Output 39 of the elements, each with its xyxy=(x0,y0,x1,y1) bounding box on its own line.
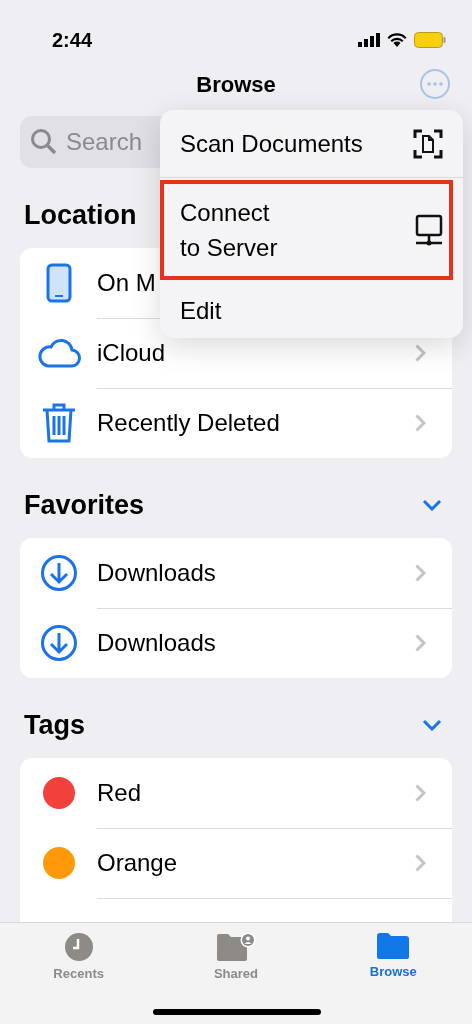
chevron-right-icon xyxy=(415,414,426,432)
battery-icon xyxy=(414,32,446,48)
list-item[interactable]: iCloud xyxy=(97,338,166,367)
signal-icon xyxy=(358,33,380,47)
phone-icon xyxy=(46,263,72,303)
menu-item[interactable]: Edit xyxy=(160,282,463,338)
chevron-right-icon xyxy=(415,853,426,872)
section-title: Location xyxy=(24,199,137,231)
cloud-icon xyxy=(36,337,82,369)
search-icon xyxy=(30,128,58,156)
list-item[interactable]: Red xyxy=(97,778,142,807)
tab[interactable]: Browse xyxy=(333,931,454,987)
chevron-right-icon xyxy=(415,343,426,362)
list-item[interactable]: Downloads xyxy=(97,629,216,657)
monitor-network-icon xyxy=(415,213,443,246)
nav-title: Browse xyxy=(196,72,276,98)
ellipsis-icon xyxy=(427,82,443,86)
list-item[interactable]: Orange xyxy=(97,848,178,877)
chevron-right-icon xyxy=(415,634,426,652)
section-title: Tags xyxy=(24,709,85,741)
menu-item[interactable]: Scan Documents xyxy=(160,110,463,178)
download-icon xyxy=(40,624,78,662)
document-scan-icon xyxy=(413,128,443,159)
shared-folder-icon xyxy=(216,932,256,962)
chevron-down-icon[interactable] xyxy=(422,499,442,511)
highlighted-menu-item[interactable]: Connect to Server xyxy=(160,180,453,280)
list-item[interactable]: Downloads xyxy=(97,558,216,587)
list-item[interactable]: Recently Deleted xyxy=(97,409,280,437)
chevron-down-icon[interactable] xyxy=(422,719,442,731)
trash-icon xyxy=(41,402,77,444)
folder-icon xyxy=(376,932,411,960)
wifi-icon xyxy=(387,32,407,48)
chevron-right-icon xyxy=(415,563,426,582)
list-item[interactable]: On M xyxy=(97,268,156,297)
status-time: 2:44 xyxy=(52,28,93,52)
download-icon xyxy=(40,554,78,592)
chevron-right-icon xyxy=(415,783,426,802)
section-title: Favorites xyxy=(24,489,145,521)
clock-icon xyxy=(63,932,94,962)
